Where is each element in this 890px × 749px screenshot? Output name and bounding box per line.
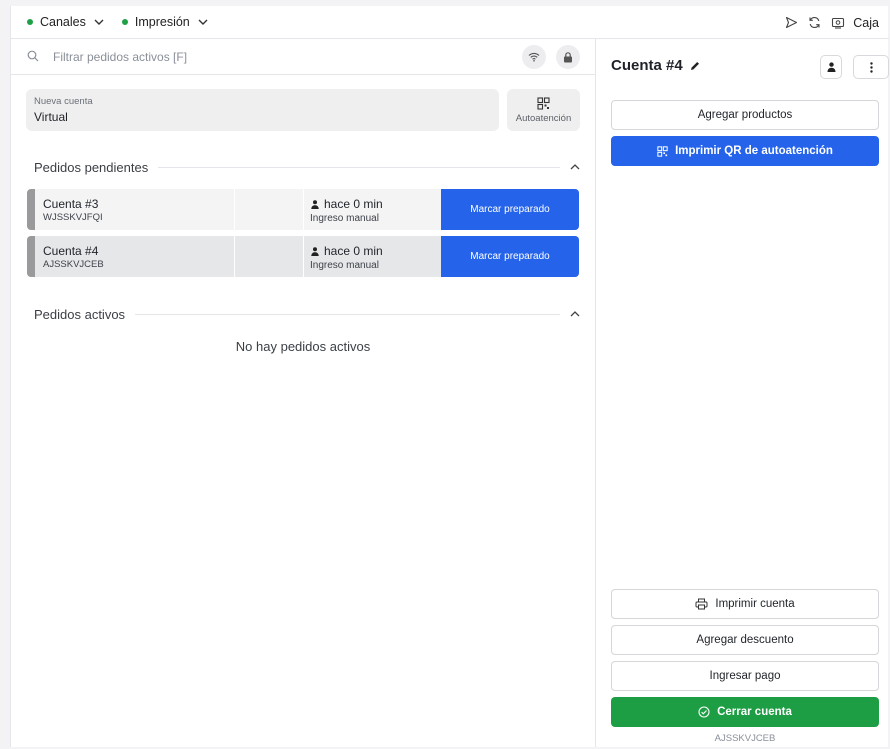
active-section-header: Pedidos activos [34,304,580,324]
mark-prepared-button[interactable]: Marcar preparado [441,236,579,277]
account-code: AJSSKVJCEB [714,733,776,744]
print-qr-button[interactable]: Imprimir QR de autoatención [611,136,879,166]
new-account-label: Nueva cuenta [34,96,93,107]
print-label: Impresión [134,15,190,29]
order-time-text: hace 0 min [324,197,383,211]
empty-active-orders: No hay pedidos activos [235,339,371,354]
account-header: Cuenta #4 [611,57,700,74]
new-account-value: Virtual [34,110,68,124]
customer-button[interactable] [820,55,842,79]
top-bar: Canales Impresión Caja [11,6,889,39]
order-name: Cuenta #3 [43,197,99,211]
check-circle-icon [698,706,710,718]
wifi-icon [528,52,540,62]
order-code: WJSSKVJFQI [43,212,103,223]
pending-order-row[interactable]: Cuenta #3 WJSSKVJFQI hace 0 min Ingreso … [27,189,579,230]
add-products-button[interactable]: Agregar productos [611,100,879,130]
refresh-icon[interactable] [808,16,821,29]
print-account-button[interactable]: Imprimir cuenta [611,589,879,619]
send-icon[interactable] [785,16,798,29]
order-time-text: hace 0 min [324,244,383,258]
pending-section-title: Pedidos pendientes [34,159,149,175]
lock-button[interactable] [556,45,580,69]
qr-code-icon [537,96,550,110]
search-input[interactable] [53,45,513,69]
close-account-button[interactable]: Cerrar cuenta [611,697,879,727]
cell-divider [234,236,235,277]
search-bar [11,39,595,75]
top-actions: Caja [785,6,879,39]
lock-icon [563,51,573,63]
more-options-button[interactable] [853,55,889,79]
close-account-label: Cerrar cuenta [717,706,792,718]
print-account-label: Imprimir cuenta [715,598,795,610]
cell-divider [303,236,304,277]
enter-payment-button[interactable]: Ingresar pago [611,661,879,691]
order-origin: Ingreso manual [310,260,379,271]
chevron-up-icon[interactable] [570,311,580,317]
self-service-label: Autoatención [515,112,572,124]
order-origin: Ingreso manual [310,213,379,224]
self-service-button[interactable]: Autoatención [507,89,580,131]
order-status-bar [27,189,35,230]
pencil-icon[interactable] [690,61,700,71]
order-status-bar [27,236,35,277]
person-icon [827,62,836,72]
channels-status-dot [27,19,33,25]
caja-button[interactable]: Caja [853,16,879,30]
cell-divider [234,189,235,230]
printer-icon [695,598,708,610]
order-code: AJSSKVJCEB [43,259,104,270]
add-discount-button[interactable]: Agregar descuento [611,625,879,655]
order-name: Cuenta #4 [43,244,99,258]
more-vertical-icon [869,61,873,73]
person-icon [311,246,319,256]
search-icon [27,50,39,65]
print-status-dot [121,19,128,25]
print-qr-label: Imprimir QR de autoatención [675,145,833,157]
chevron-down-icon [198,19,208,25]
cash-register-icon[interactable] [831,16,845,29]
wifi-button[interactable] [522,45,546,69]
qr-code-icon [657,145,668,157]
orders-panel: Nueva cuenta Virtual Autoatención Pedido… [11,39,595,747]
account-panel: Cuenta #4 Agregar productos Imprimir QR … [596,39,889,747]
channels-dropdown[interactable]: Canales [27,15,104,29]
mark-prepared-button[interactable]: Marcar preparado [441,189,579,230]
section-divider [158,166,560,168]
account-title: Cuenta #4 [611,57,683,74]
person-icon [311,199,319,209]
chevron-down-icon [94,19,104,25]
new-account-field[interactable]: Nueva cuenta Virtual [26,89,499,131]
cell-divider [303,189,304,230]
order-time: hace 0 min [311,244,383,258]
channels-label: Canales [40,15,86,29]
print-dropdown[interactable]: Impresión [121,15,208,29]
pending-order-row[interactable]: Cuenta #4 AJSSKVJCEB hace 0 min Ingreso … [27,236,579,277]
chevron-up-icon[interactable] [570,164,580,170]
app-window: Canales Impresión Caja Filtrar pedidos a… [10,6,889,747]
order-time: hace 0 min [311,197,383,211]
pending-section-header: Pedidos pendientes [34,157,580,177]
active-section-title: Pedidos activos [34,306,126,322]
section-divider [135,313,560,315]
